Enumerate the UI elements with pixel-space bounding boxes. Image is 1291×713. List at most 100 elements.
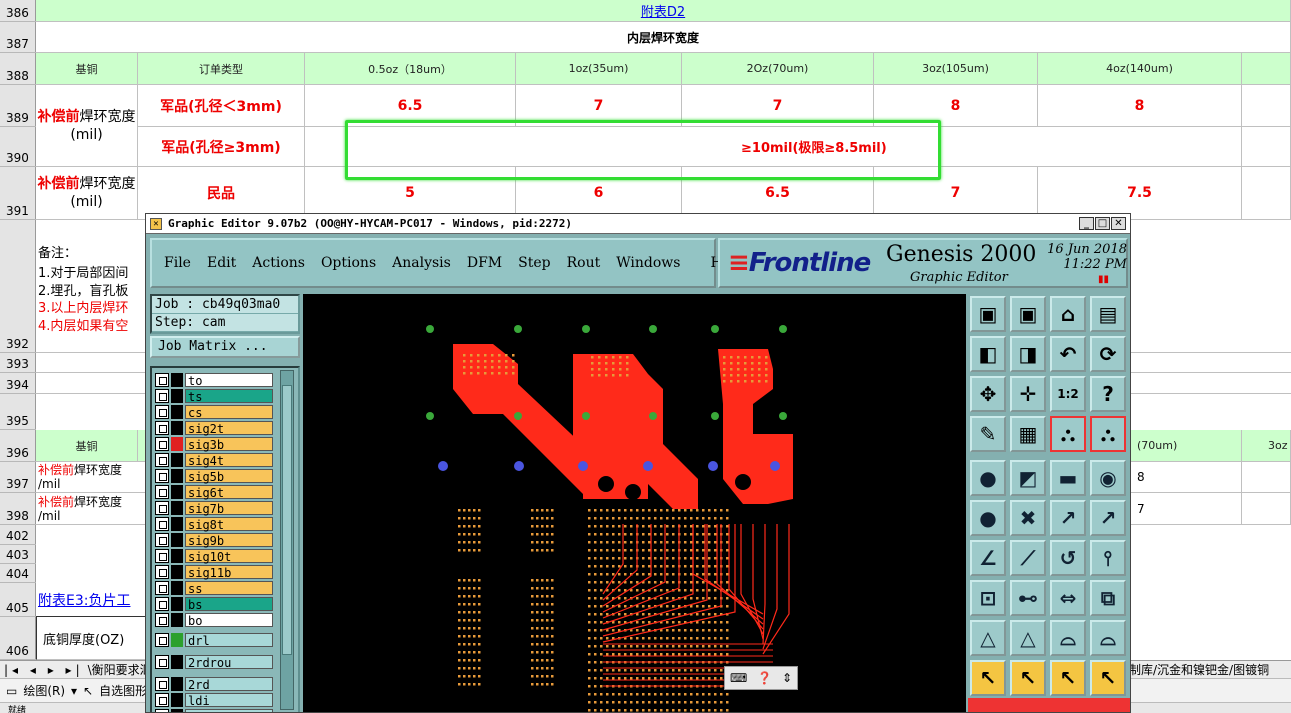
layer-checkbox[interactable] [155,500,169,515]
appendix-link[interactable]: 附表E3:负片工 [38,590,130,610]
layer-row[interactable]: ss [155,580,273,596]
empty-cell[interactable] [1242,85,1291,127]
layer-checkbox[interactable] [155,436,169,451]
pin-icon[interactable]: ⊷ [1010,580,1046,616]
layer-name[interactable]: sig10t [185,548,273,564]
layer-row[interactable]: ldi [155,692,273,708]
layer-name[interactable]: cs [185,404,273,420]
delete-icon[interactable]: ✖ [1010,500,1046,536]
pad-icon[interactable]: ● [970,460,1006,496]
layer-row[interactable]: sig4t [155,452,273,468]
menu-windows[interactable]: Windows [616,255,680,271]
layer-checkbox[interactable] [155,632,169,647]
line-alt-icon[interactable]: ⟋ [1010,540,1046,576]
header-cell[interactable]: 3oz(105um) [874,53,1038,85]
layer-row[interactable]: bo [155,612,273,628]
clear-icon[interactable]: ▤ [1090,296,1126,332]
layer-name[interactable]: sig11b [185,564,273,580]
layer-scrollbar[interactable] [280,370,294,710]
layer-color-swatch[interactable] [171,532,183,547]
mirror-icon[interactable]: ⫯ [1090,540,1126,576]
layer-color-swatch[interactable] [171,632,183,647]
layer-row[interactable]: sig6t [155,484,273,500]
row-number[interactable]: 394 [0,373,36,394]
menu-options[interactable]: Options [321,255,376,271]
select-net-icon[interactable]: ⛬ [1050,416,1086,452]
grid-icon[interactable]: ▦ [1010,416,1046,452]
layer-row[interactable]: sig3b [155,436,273,452]
layer-color-swatch[interactable] [171,404,183,419]
header-cell[interactable]: 1oz(35um) [516,53,682,85]
layer-row[interactable]: bs [155,596,273,612]
net-icon[interactable]: ● [970,500,1006,536]
layer-checkbox[interactable] [155,692,169,707]
empty-cell[interactable] [1242,462,1291,493]
row-number[interactable]: 404 [0,564,36,583]
value-cell[interactable]: 8 [874,85,1038,127]
row-number[interactable]: 405 [0,583,36,617]
layer-color-swatch[interactable] [171,612,183,627]
pcb-drawing[interactable] [303,294,966,713]
pan-left-icon[interactable]: ◧ [970,336,1006,372]
layer-color-swatch[interactable] [171,692,183,707]
merged-value-cell[interactable]: ≥10mil(极限≥8.5mil) [305,127,1242,167]
scale-1-2-icon[interactable]: 1:2 [1050,376,1086,412]
layer-name[interactable]: sig2t [185,420,273,436]
row-number[interactable]: 390 [0,127,36,167]
layer-row[interactable]: to [155,372,273,388]
header-cell[interactable]: 3oz [1242,430,1291,462]
undo-icon[interactable]: ↶ [1050,336,1086,372]
row-number[interactable]: 395 [0,394,36,430]
layer-name[interactable]: prot [185,708,273,712]
layer-row[interactable]: ts [155,388,273,404]
value-cell[interactable]: 6.5 [305,85,516,127]
row-number[interactable]: 403 [0,545,36,564]
rotate-icon[interactable]: ↺ [1050,540,1086,576]
layer-checkbox[interactable] [155,388,169,403]
header-cell[interactable]: 基铜 [36,53,138,85]
layer-color-swatch[interactable] [171,468,183,483]
layer-name[interactable]: sig3b [185,436,273,452]
dimension-icon[interactable]: ⊡ [970,580,1006,616]
row-number[interactable]: 406 [0,617,36,660]
layer-name[interactable]: sig5b [185,468,273,484]
layer-checkbox[interactable] [155,580,169,595]
row-label-cell[interactable]: 补偿前焊环宽度(mil) [36,85,138,167]
order-type-cell[interactable]: 军品(孔径≥3mm) [138,127,305,167]
layer-color-swatch[interactable] [171,676,183,691]
layer-color-swatch[interactable] [171,372,183,387]
row-number[interactable]: 391 [0,167,36,220]
layer-checkbox[interactable] [155,564,169,579]
header-cell[interactable]: 2Oz(70um) [682,53,874,85]
row-number[interactable]: 402 [0,525,36,545]
sheet-tab[interactable]: 制库/沉金和镍钯金/图镀铜 [1129,661,1269,678]
connect-icon[interactable]: ↗ [1050,500,1086,536]
snap-icon[interactable]: ✎ [970,416,1006,452]
layer-color-swatch[interactable] [171,452,183,467]
layer-color-swatch[interactable] [171,516,183,531]
menu-actions[interactable]: Actions [252,255,305,271]
layer-name[interactable]: bo [185,612,273,628]
layer-color-swatch[interactable] [171,388,183,403]
autoshape-menu[interactable]: 自选图形 [99,682,147,699]
value-cell[interactable]: 7 [1131,493,1242,525]
value-cell[interactable]: 7 [516,85,682,127]
group-icon[interactable]: ⧉ [1090,580,1126,616]
select-net-alt-icon[interactable]: ⛬ [1090,416,1126,452]
layer-checkbox[interactable] [155,532,169,547]
layer-color-swatch[interactable] [171,420,183,435]
layer-row[interactable]: sig11b [155,564,273,580]
layer-name[interactable]: drl [185,632,273,648]
layer-checkbox[interactable] [155,372,169,387]
layer-checkbox[interactable] [155,654,169,669]
menu-file[interactable]: File [164,255,191,271]
layer-checkbox[interactable] [155,548,169,563]
layer-checkbox[interactable] [155,404,169,419]
draw-menu[interactable]: 绘图(R) [23,682,65,699]
pointer-icon[interactable]: ↖ [970,660,1006,696]
help-icon[interactable]: ? [1090,376,1126,412]
zoom-fit-icon[interactable]: ✥ [970,376,1006,412]
layer-row[interactable]: prot [155,708,273,712]
row-number[interactable]: 396 [0,430,36,462]
layer-name[interactable]: sig6t [185,484,273,500]
